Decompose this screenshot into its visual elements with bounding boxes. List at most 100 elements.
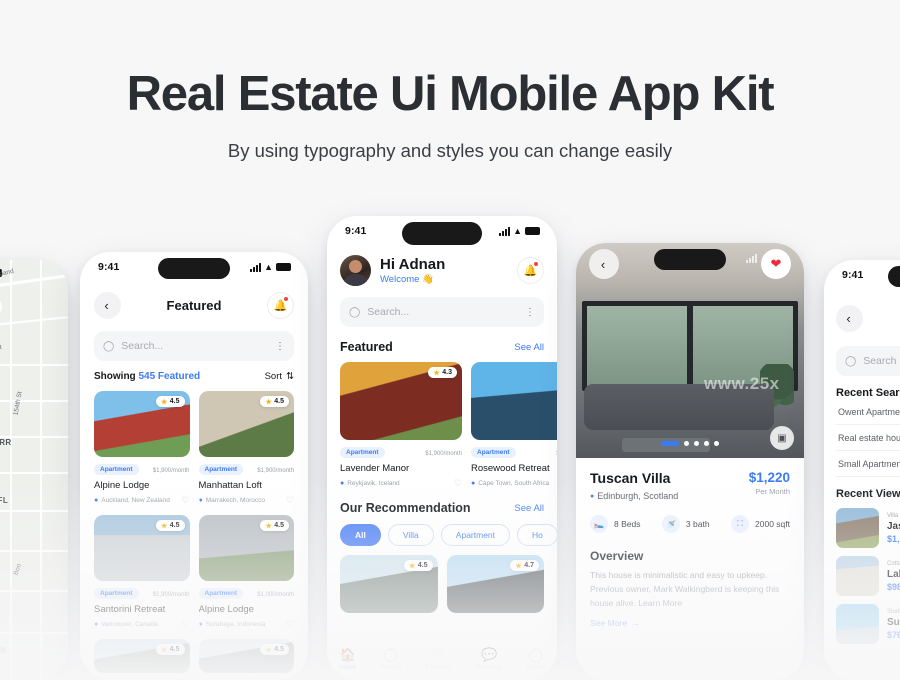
chip-villa[interactable]: Villa: [387, 524, 434, 546]
carousel-dot[interactable]: [714, 441, 719, 446]
carousel-dot[interactable]: [694, 441, 699, 446]
bottom-tab-bar[interactable]: 🏠 Home ◯ Search ♡ Favorites 💬 Message ◯ Profi…: [327, 638, 557, 680]
price-value: $1,900: [425, 451, 444, 457]
carousel-dot[interactable]: [704, 441, 709, 446]
search-placeholder: Search...: [367, 306, 410, 318]
notification-button[interactable]: 🔔: [517, 257, 544, 284]
see-all-link[interactable]: See All: [514, 503, 544, 514]
search-input[interactable]: ◯ Search... ⋮: [340, 297, 544, 327]
rating-value: 4.5: [169, 398, 180, 405]
favorite-icon[interactable]: ♡: [181, 619, 189, 630]
carousel-dot-active[interactable]: [661, 441, 679, 446]
property-card[interactable]: ★ 4.5: [94, 639, 190, 673]
location-pin-icon: ●: [340, 480, 345, 487]
favorite-icon[interactable]: ♡: [181, 495, 189, 506]
chip-apartment[interactable]: Apartment: [440, 524, 511, 546]
property-card[interactable]: ★ 4.5 Apartment $1,900/month Santorini Ret…: [94, 515, 190, 630]
star-icon: ★: [265, 646, 272, 654]
rating-badge: ★ 4.5: [403, 560, 433, 571]
property-image: ★ 4.5: [94, 391, 190, 457]
location-text: Cape Town, South Africa: [478, 480, 550, 487]
star-icon: ★: [433, 369, 440, 377]
property-hero-image[interactable]: 9:41 ▲ ‹ ❤ ▣: [576, 243, 804, 458]
property-tag: Studio: [887, 608, 900, 615]
sort-icon: ⇅: [286, 371, 294, 382]
rating-badge: ★ 4.7: [510, 560, 539, 571]
recent-search-item[interactable]: Real estate house: [836, 425, 900, 451]
map-label: 154th St: [12, 390, 24, 417]
property-card[interactable]: ★ 4.5: [340, 555, 438, 613]
property-title: Santorini Retreat: [94, 604, 166, 615]
tab-favorites[interactable]: ♡ Favorites: [425, 648, 452, 671]
property-card[interactable]: ★ 4.5 Apartment $1,900/month Alpine Lodge …: [94, 391, 190, 506]
recent-view-item[interactable]: Studio Sunset $760: [836, 604, 900, 644]
tab-profile[interactable]: ◯ Profile: [526, 648, 544, 671]
property-card[interactable]: ★4.6 Apartment $1,300/month Rosewood Retr…: [471, 362, 557, 489]
see-all-link[interactable]: See All: [514, 342, 544, 353]
rating-badge: ★ 4.3: [428, 367, 457, 378]
category-chips[interactable]: All Villa Apartment Ho: [327, 515, 557, 546]
avatar[interactable]: [340, 255, 371, 286]
back-button[interactable]: ‹: [589, 249, 619, 279]
property-card[interactable]: ★ 4.5 Apartment $1,000/month Alpine Lodge …: [198, 515, 294, 630]
message-icon: 💬: [481, 646, 498, 662]
featured-screen[interactable]: 9:41 ▲ ‹ Featured 🔔 ◯ Search... ⋮ Showin…: [80, 252, 308, 680]
property-card[interactable]: ★ 4.7: [446, 555, 544, 613]
tab-message[interactable]: 💬 Message: [476, 648, 502, 671]
property-card[interactable]: ★ 4.5 Apartment $1,900/month Manhattan Lof…: [198, 391, 294, 506]
recent-search-item[interactable]: Owent Apartment: [836, 399, 900, 425]
location-pin-icon: ●: [590, 492, 595, 500]
property-title: Lakeview: [887, 568, 900, 580]
property-card[interactable]: ★ 4.3 Apartment $1,900/month Lavender Mano…: [340, 362, 462, 489]
carousel-dots[interactable]: [661, 441, 719, 446]
detail-screen[interactable]: 9:41 ▲ ‹ ❤ ▣ Tuscan Villa: [576, 243, 804, 680]
location-text: Auckland, New Zealand: [101, 497, 170, 504]
chip-all[interactable]: All: [340, 524, 381, 546]
property-image: ★ 4.5: [340, 555, 438, 613]
featured-carousel[interactable]: ★ 4.3 Apartment $1,900/month Lavender Mano…: [327, 354, 557, 489]
map-canvas[interactable]: ▲ ⋮ Cross Island 149th St Willets Point …: [0, 260, 68, 680]
filter-icon[interactable]: ⋮: [275, 341, 285, 352]
search-input[interactable]: ◯ Search... ⋮: [94, 331, 294, 361]
notification-button[interactable]: 🔔: [267, 292, 294, 319]
favorite-icon[interactable]: ♡: [286, 619, 294, 630]
filter-icon[interactable]: ⋮: [525, 307, 535, 318]
recommendation-grid: ★ 4.5 ★ 4.7: [327, 546, 557, 613]
favorite-icon[interactable]: ♡: [454, 478, 462, 489]
chip-house[interactable]: Ho: [517, 524, 557, 546]
sofa-decor: [584, 384, 774, 430]
sort-button[interactable]: Sort ⇅: [265, 371, 294, 382]
search-input[interactable]: ◯ Search: [836, 346, 900, 376]
favorite-icon[interactable]: ♡: [286, 495, 294, 506]
ar-view-button[interactable]: ▣: [770, 426, 794, 450]
property-price: $1,000/month: [257, 587, 294, 599]
home-screen[interactable]: 9:41 ▲ Hi Adnan Welcome 👋 🔔 ◯ Search... …: [327, 216, 557, 680]
greeting-text: Hi Adnan: [380, 256, 446, 274]
recent-view-item[interactable]: Villa Jasmine $1,200: [836, 508, 900, 548]
map-screen[interactable]: ▲ ⋮ Cross Island 149th St Willets Point …: [0, 260, 68, 680]
price-value: $1,900: [152, 468, 172, 474]
property-card[interactable]: ★ 4.5: [198, 639, 294, 673]
dynamic-island: [158, 258, 230, 279]
back-button[interactable]: ‹: [836, 305, 863, 332]
recent-search-item[interactable]: Small Apartment: [836, 451, 900, 477]
map-filter-button[interactable]: ⋮: [0, 296, 2, 318]
price-value: $1,300: [556, 451, 557, 457]
rating-value: 4.5: [274, 398, 284, 405]
property-title: Sunset: [887, 616, 900, 628]
tab-home[interactable]: 🏠 Home: [339, 648, 356, 671]
back-button[interactable]: ‹: [94, 292, 121, 319]
see-more-link[interactable]: See More →: [590, 618, 790, 628]
tab-label: Profile: [526, 663, 545, 671]
search-screen[interactable]: 9:41 ‹ ◯ Search Recent Search Owent Apar…: [824, 260, 900, 680]
carousel-dot[interactable]: [684, 441, 689, 446]
tab-label: Message: [476, 663, 503, 671]
property-location: ● Cape Town, South Africa: [471, 480, 549, 487]
property-tag: Apartment: [94, 587, 139, 599]
tab-search[interactable]: ◯ Search: [380, 648, 401, 671]
favorite-button[interactable]: ❤: [761, 249, 791, 279]
recent-view-item[interactable]: Cottage Lakeview $980: [836, 556, 900, 596]
location-text: Edinburgh, Scotland: [597, 491, 679, 501]
star-icon: ★: [265, 522, 272, 530]
arrow-right-icon: →: [631, 617, 640, 628]
